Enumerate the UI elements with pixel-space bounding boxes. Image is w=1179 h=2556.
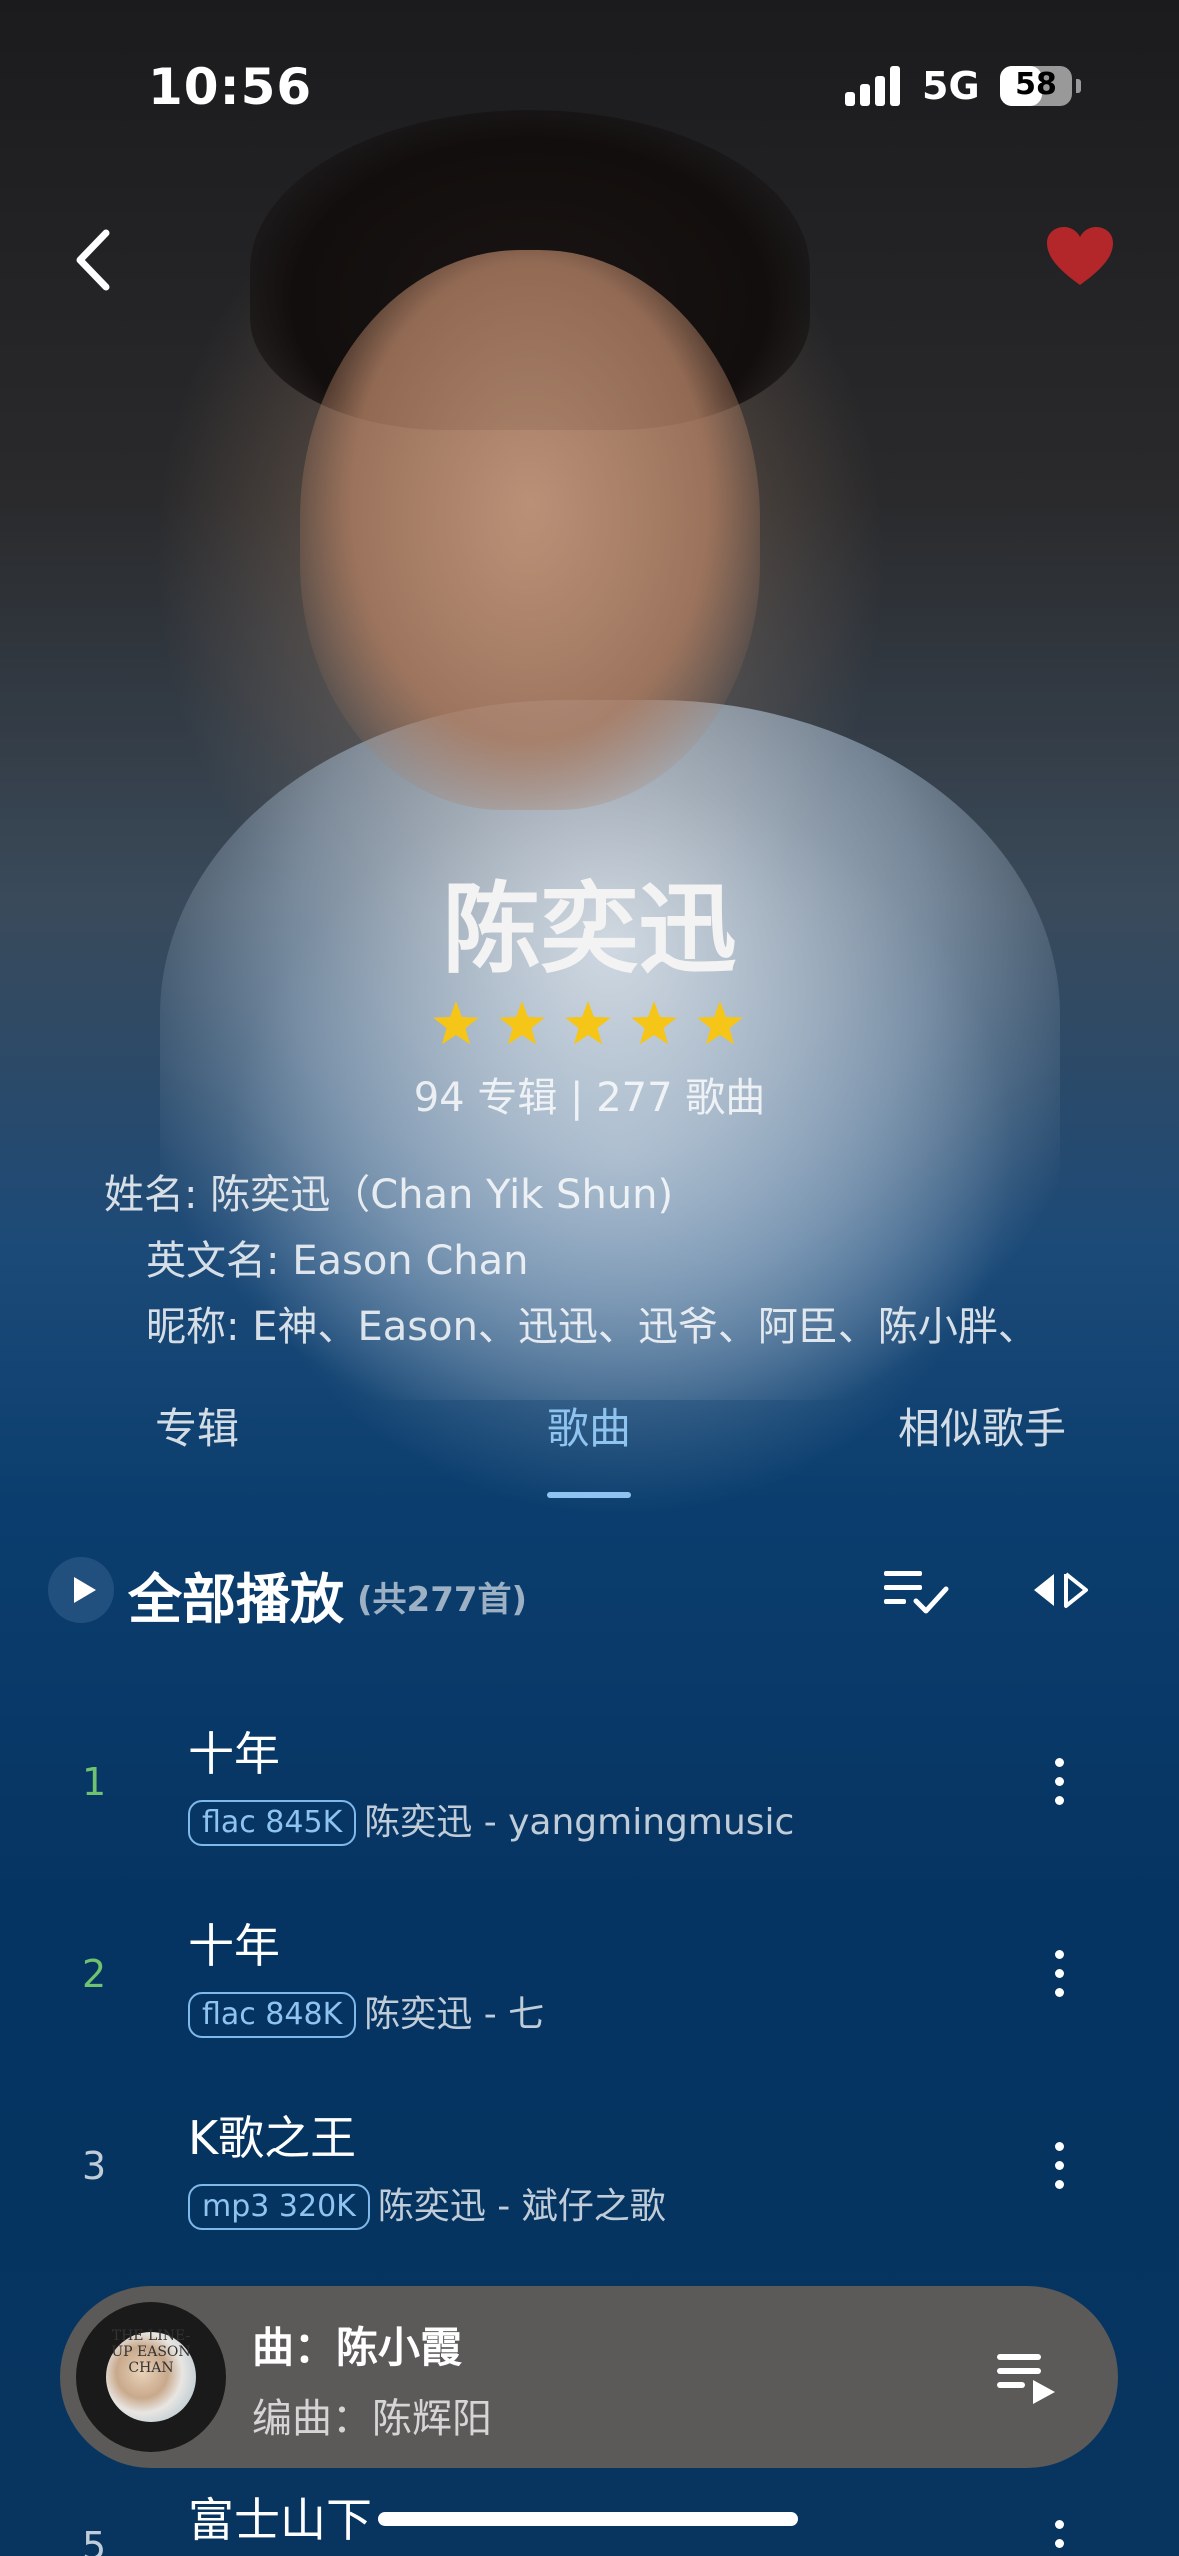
song-title: K歌之王 (188, 2111, 357, 2165)
star-icon (433, 1001, 479, 1045)
more-options-button[interactable] (1047, 1950, 1071, 2010)
battery-level: 58 (1015, 67, 1057, 102)
song-title: 十年 (188, 1727, 280, 1781)
chevron-left-icon (76, 229, 110, 291)
star-icon (631, 1001, 677, 1045)
sort-button[interactable] (1030, 1570, 1090, 1610)
song-meta: mp3 320K 陈奕迅 - 斌仔之歌 (188, 2177, 666, 2230)
artist-photo-face (300, 250, 760, 810)
song-index: 1 (82, 1760, 107, 1804)
song-row[interactable]: 3 K歌之王 mp3 320K 陈奕迅 - 斌仔之歌 (0, 2092, 1179, 2282)
info-name-key: 姓名: (104, 1172, 198, 1218)
info-nickname-row: 昵称: E神、Eason、迅迅、迅爷、阿臣、陈小胖、 (146, 1294, 1038, 1352)
song-index: 2 (82, 1952, 107, 1996)
song-meta: flac 845K 陈奕迅 - yangmingmusic (188, 1793, 794, 1846)
signal-icon (845, 66, 905, 106)
song-artist-album: 陈奕迅 - yangmingmusic (364, 1802, 795, 1843)
star-icon (499, 1001, 545, 1045)
multi-select-button[interactable] (882, 1565, 950, 1617)
back-button[interactable] (60, 215, 140, 305)
song-artist-album: 陈奕迅 - 斌仔之歌 (377, 2186, 666, 2227)
info-english-row: 英文名: Eason Chan (146, 1228, 529, 1286)
song-meta: flac 848K 陈奕迅 - 七 (188, 1985, 544, 2038)
info-english-value: Eason Chan (292, 1238, 529, 1284)
now-playing-arranger: 编曲：陈辉阳 (252, 2396, 492, 2442)
mini-player[interactable]: THE LINE-UP EASON CHAN 曲：陈小霞 编曲：陈辉阳 (60, 2286, 1118, 2468)
home-indicator (378, 2512, 798, 2526)
artist-name: 陈奕迅 (442, 873, 737, 987)
tab-albums[interactable]: 专辑 (155, 1395, 239, 1456)
battery-icon: 58 (1000, 66, 1081, 106)
song-index: 5 (82, 2524, 107, 2556)
heart-icon (1047, 227, 1113, 285)
more-options-button[interactable] (1047, 2142, 1071, 2202)
song-index: 3 (82, 2144, 107, 2188)
play-all-button[interactable] (48, 1557, 114, 1623)
status-time: 10:56 (148, 58, 313, 116)
rating-stars (433, 1001, 743, 1045)
quality-badge: flac 845K (188, 1800, 357, 1846)
play-all-label[interactable]: 全部播放 (128, 1555, 344, 1634)
star-icon (565, 1001, 611, 1045)
list-check-icon (884, 1571, 949, 1614)
album-song-counts: 94 专辑 | 277 歌曲 (413, 1075, 766, 1121)
info-english-key: 英文名: (146, 1238, 280, 1284)
network-type: 5G (922, 64, 980, 108)
quality-badge: flac 848K (188, 1992, 357, 2038)
more-options-button[interactable] (1047, 1758, 1071, 1818)
star-icon (697, 1001, 743, 1045)
quality-badge: mp3 320K (188, 2184, 370, 2230)
favorite-button[interactable] (1045, 225, 1115, 290)
song-title: 十年 (188, 1919, 280, 1973)
playlist-play-icon (997, 2354, 1055, 2404)
tab-similar-artists[interactable]: 相似歌手 (898, 1395, 1066, 1456)
info-nickname-key: 昵称: (146, 1304, 240, 1350)
info-name-value: 陈奕迅（Chan Yik Shun) (210, 1172, 674, 1218)
arrows-left-right-icon (1034, 1572, 1088, 1608)
queue-button[interactable] (995, 2348, 1057, 2406)
tab-songs[interactable]: 歌曲 (547, 1395, 631, 1456)
album-cover-text: THE LINE-UP EASON CHAN (111, 2328, 191, 2376)
song-total-count: (共277首) (357, 1580, 528, 1620)
info-name-row: 姓名: 陈奕迅（Chan Yik Shun) (104, 1162, 673, 1220)
song-row[interactable]: 1 十年 flac 845K 陈奕迅 - yangmingmusic (0, 1708, 1179, 1898)
active-tab-indicator (547, 1492, 631, 1498)
song-artist-album: 陈奕迅 - 七 (364, 1994, 545, 2035)
song-row[interactable]: 2 十年 flac 848K 陈奕迅 - 七 (0, 1900, 1179, 2090)
now-playing-composer: 曲：陈小霞 (252, 2323, 463, 2372)
album-disc[interactable]: THE LINE-UP EASON CHAN (76, 2302, 226, 2452)
song-title: 富士山下 (188, 2493, 372, 2547)
more-options-button[interactable] (1047, 2520, 1071, 2556)
info-nickname-value: E神、Eason、迅迅、迅爷、阿臣、陈小胖、 (252, 1304, 1038, 1350)
